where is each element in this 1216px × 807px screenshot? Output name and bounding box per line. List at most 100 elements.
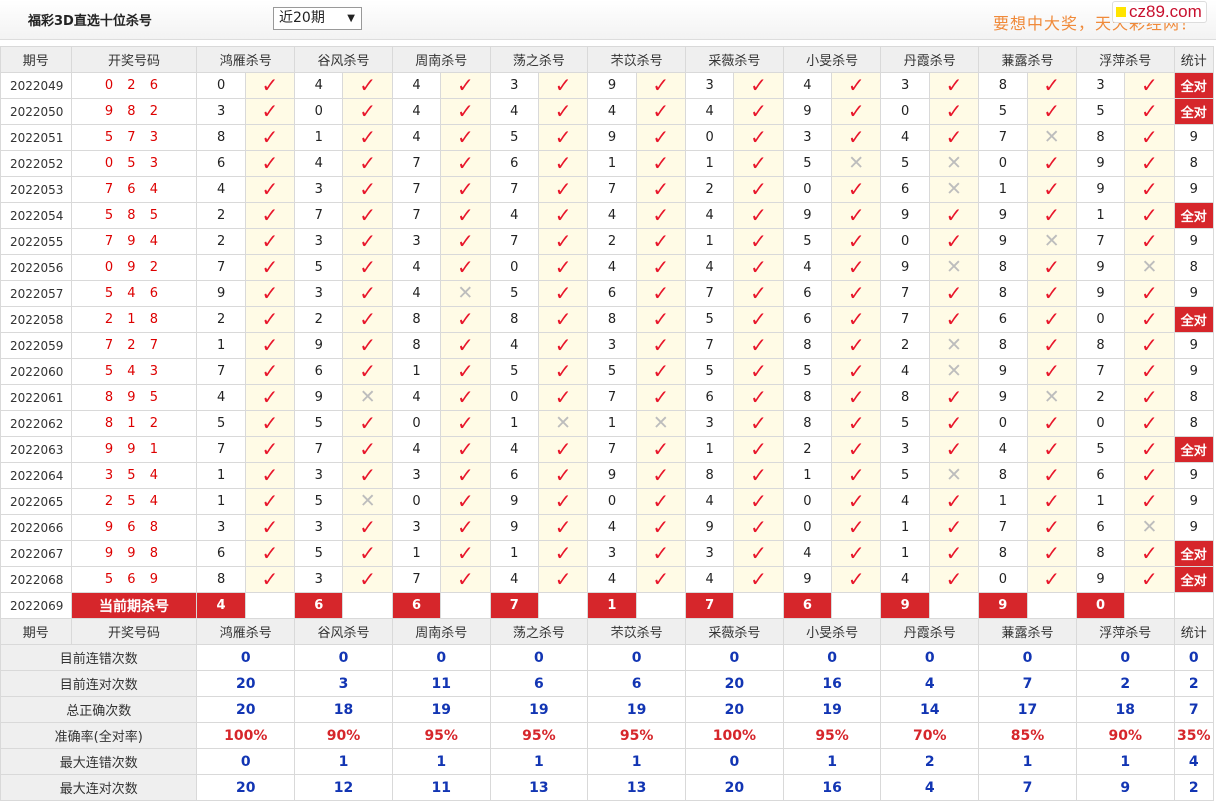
check-icon: ✓ (652, 229, 670, 253)
result-mark: ✓ (733, 124, 784, 151)
kill-number: 7 (489, 228, 539, 255)
result-mark: ✓ (440, 358, 491, 385)
result-mark: ✓ (244, 384, 296, 411)
kill-number: 8 (978, 72, 1028, 99)
check-icon: ✓ (750, 567, 767, 591)
kill-number: 8 (978, 462, 1028, 489)
result-mark: ✓ (635, 384, 687, 411)
issue-number: 2022060 (0, 358, 72, 385)
table-row: 2022049 0 2 6 0 ✓ 4 ✓ 4 ✓ 3 ✓ 9 ✓ 3 ✓ 4 ✓ 3 ✓ 8 ✓ 3 ✓ 全对 (0, 72, 1215, 99)
kill-number: 4 (684, 566, 735, 593)
result-mark: ✓ (1124, 384, 1175, 411)
summary-value: 1 (294, 748, 393, 775)
check-icon: ✓ (554, 463, 572, 487)
check-icon: ✓ (456, 229, 474, 253)
kill-number: 0 (782, 176, 833, 203)
table-row: 2022056 0 9 2 7 ✓ 5 ✓ 4 ✓ 0 ✓ 4 ✓ 4 ✓ 4 ✓ 9 ✕ 8 ✓ 9 ✕ 8 (0, 254, 1215, 281)
result-mark: ✕ (537, 410, 589, 437)
check-icon: ✓ (847, 99, 865, 123)
check-icon: ✓ (456, 411, 474, 435)
kill-number: 8 (978, 254, 1028, 281)
check-icon: ✓ (652, 463, 670, 487)
table-header-row: 期号 开奖号码 鸿雁杀号 谷风杀号 周南杀号 荡之杀号 芣苡杀号 采薇杀号 小旻杀号 丹霞杀号 蒹露… (0, 46, 1215, 73)
kill-number: 2 (196, 202, 246, 229)
check-icon: ✓ (456, 255, 474, 279)
check-icon: ✓ (847, 255, 865, 279)
check-icon: ✓ (554, 73, 572, 97)
kill-number: 6 (782, 280, 833, 307)
result-mark: ✓ (733, 358, 784, 385)
kill-number: 8 (880, 384, 930, 411)
result-mark: ✓ (537, 566, 589, 593)
kill-number: 4 (391, 124, 442, 151)
kill-number: 2 (880, 332, 930, 359)
header-expert: 谷风杀号 (294, 618, 393, 645)
result-mark: ✓ (440, 514, 491, 541)
header-expert: 蒹露杀号 (978, 46, 1077, 73)
result-mark: ✕ (1026, 384, 1077, 411)
summary-row: 目前连对次数 20 3 11 6 6 20 16 4 7 2 2 (0, 670, 1215, 697)
check-icon: ✓ (847, 541, 865, 565)
result-mark: ✓ (1124, 98, 1175, 125)
result-mark: ✕ (342, 488, 393, 515)
period-select[interactable]: 近20期 ▼ (273, 7, 362, 30)
kill-number: 6 (1075, 514, 1126, 541)
check-icon: ✓ (847, 515, 865, 539)
result-mark: ✓ (440, 176, 491, 203)
kill-number: 4 (294, 72, 344, 99)
kill-number: 9 (294, 332, 344, 359)
check-icon: ✓ (359, 73, 377, 97)
row-stat: 全对 (1173, 540, 1215, 567)
kill-number: 1 (196, 332, 246, 359)
summary-label: 准确率(全对率) (0, 722, 198, 749)
summary-value: 0 (782, 644, 882, 671)
header-expert: 鸿雁杀号 (196, 618, 296, 645)
check-icon: ✓ (1043, 489, 1061, 513)
result-mark: ✓ (635, 540, 687, 567)
result-mark: ✕ (928, 150, 980, 177)
kill-number: 8 (782, 332, 833, 359)
logo-square-icon (1116, 7, 1126, 17)
result-mark: ✓ (342, 566, 393, 593)
result-mark: ✓ (635, 254, 687, 281)
check-icon: ✓ (652, 73, 670, 97)
summary-value: 3 (294, 670, 393, 697)
summary-value: 0 (587, 644, 686, 671)
kill-number: 9 (489, 514, 539, 541)
check-icon: ✓ (554, 385, 572, 409)
result-mark: ✓ (537, 72, 589, 99)
kill-number: 7 (1075, 228, 1126, 255)
kill-number: 3 (684, 410, 735, 437)
result-mark: ✓ (1026, 488, 1077, 515)
result-mark: ✓ (244, 254, 296, 281)
result-mark: ✓ (244, 150, 296, 177)
kill-number: 8 (391, 306, 442, 333)
check-icon: ✓ (359, 255, 377, 279)
result-mark: ✓ (635, 514, 687, 541)
check-icon: ✓ (945, 489, 963, 513)
result-mark: ✓ (1026, 306, 1077, 333)
draw-numbers: 9 8 2 (70, 98, 198, 125)
result-mark: ✓ (635, 358, 687, 385)
issue-number: 2022065 (0, 488, 72, 515)
kill-number: 9 (978, 228, 1028, 255)
result-mark: ✓ (440, 124, 491, 151)
issue-number: 2022054 (0, 202, 72, 229)
kill-number: 4 (782, 72, 833, 99)
result-mark: ✓ (1124, 72, 1175, 99)
table-row: 2022050 9 8 2 3 ✓ 0 ✓ 4 ✓ 4 ✓ 4 ✓ 4 ✓ 9 ✓ 0 ✓ 5 ✓ 5 ✓ 全对 (0, 98, 1215, 125)
current-kill-number: 6 (294, 592, 344, 619)
result-mark: ✓ (1026, 72, 1077, 99)
check-icon: ✓ (750, 203, 767, 227)
check-icon: ✓ (1141, 281, 1158, 305)
summary-value: 14 (880, 696, 980, 723)
kill-number: 0 (196, 72, 246, 99)
kill-number: 4 (587, 202, 637, 229)
row-stat: 9 (1173, 514, 1215, 541)
check-icon: ✓ (261, 359, 279, 383)
result-mark: ✓ (733, 436, 784, 463)
check-icon: ✓ (847, 567, 865, 591)
summary-value: 9 (1075, 774, 1175, 801)
site-logo[interactable]: cz89.com (1112, 1, 1207, 23)
check-icon: ✓ (652, 541, 670, 565)
